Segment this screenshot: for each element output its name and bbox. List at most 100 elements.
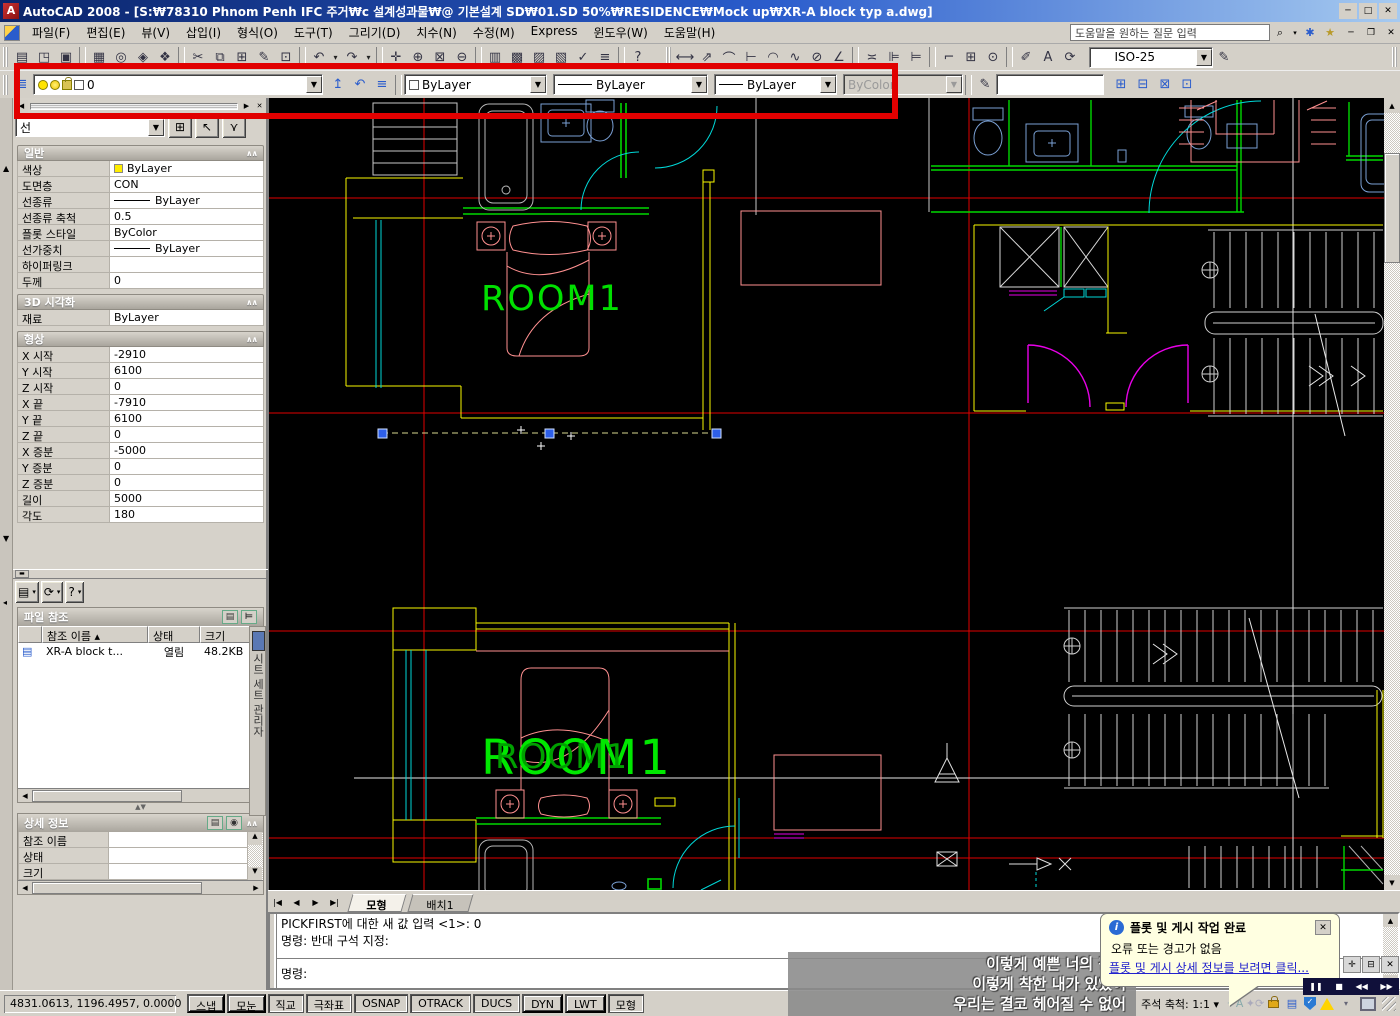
quick-leader-icon[interactable]: ⌐: [938, 46, 960, 68]
collapse-chevron-icon[interactable]: ∧∧: [246, 298, 257, 307]
media-forward-button[interactable]: ▶▶: [1380, 982, 1392, 991]
column-reference-name[interactable]: 참조 이름 ▴: [42, 626, 148, 643]
section-header[interactable]: 3D 시각화 ∧∧: [17, 294, 264, 310]
property-row[interactable]: 각도 180: [17, 507, 264, 523]
property-row[interactable]: X 끝 -7910: [17, 395, 264, 411]
property-row[interactable]: 선종류 축척 0.5: [17, 209, 264, 225]
details-vertical-scrollbar[interactable]: ▲ ▼: [248, 832, 263, 880]
layer-previous-icon[interactable]: ↶: [349, 74, 371, 96]
command-window-grip[interactable]: [270, 914, 277, 988]
drawing-vertical-scrollbar[interactable]: ▲ ▼: [1384, 98, 1400, 890]
dim-jogged-icon[interactable]: ∿: [784, 46, 806, 68]
property-value[interactable]: -7910: [110, 395, 263, 410]
selected-line[interactable]: [378, 426, 721, 450]
detail-row[interactable]: 참조 이름: [18, 832, 248, 848]
sheetset-manager-tab[interactable]: 시트 세트 관리자: [249, 626, 266, 816]
collapse-chevron-icon[interactable]: ∧∧: [246, 149, 257, 158]
scroll-thumb[interactable]: [1384, 153, 1400, 263]
lineweight-control-dropdown[interactable]: ByLayer ▼: [714, 74, 837, 95]
detail-row[interactable]: 크기: [18, 864, 248, 880]
copy-icon[interactable]: ⧉: [209, 46, 231, 68]
help-icon[interactable]: ?: [627, 46, 649, 68]
details-view-icon[interactable]: ▤: [207, 816, 223, 830]
plot-notification-icon[interactable]: ▤: [1283, 996, 1301, 1012]
property-value[interactable]: -5000: [110, 443, 263, 458]
match-properties-icon[interactable]: ✎: [253, 46, 275, 68]
undo-icon[interactable]: ↶: [308, 46, 330, 68]
dim-linear-icon[interactable]: ⟷: [674, 46, 696, 68]
cut-icon[interactable]: ✂: [187, 46, 209, 68]
doc-minimize-button[interactable]: ─: [1342, 25, 1360, 41]
property-row[interactable]: Z 끝 0: [17, 427, 264, 443]
block-editor-icon[interactable]: ⊡: [275, 46, 297, 68]
dim-continue-icon[interactable]: ⊨: [905, 46, 927, 68]
property-row[interactable]: 도면층 CON: [17, 177, 264, 193]
publish-icon[interactable]: ❖: [154, 46, 176, 68]
dim-ordinate-icon[interactable]: ⊢: [740, 46, 762, 68]
property-row[interactable]: Y 끝 6100: [17, 411, 264, 427]
maximize-button[interactable]: □: [1359, 3, 1377, 19]
linetype-control-dropdown[interactable]: ByLayer ▼: [553, 74, 708, 95]
dropdown-arrow-icon[interactable]: ▼: [306, 76, 322, 93]
plot-icon[interactable]: ▦: [88, 46, 110, 68]
overlay-minimize-button[interactable]: ⊟: [1362, 956, 1380, 973]
attach-file-button[interactable]: ▤▾: [15, 581, 39, 603]
drawing-area[interactable]: ROOM1: [268, 98, 1384, 890]
status-toggle-button[interactable]: 모눈: [227, 994, 265, 1013]
minimize-button[interactable]: ─: [1339, 3, 1357, 19]
scroll-up-icon[interactable]: ▲: [1384, 98, 1400, 113]
tab-prev-icon[interactable]: ◀: [288, 894, 305, 910]
view-delete-icon[interactable]: ⊠: [1154, 74, 1176, 96]
status-toggle-button[interactable]: OSNAP: [354, 994, 408, 1013]
dim-arc-length-icon[interactable]: ⌒: [718, 46, 740, 68]
dim-style-edit-icon[interactable]: ✎: [1213, 46, 1235, 68]
property-row[interactable]: 재료 ByLayer: [17, 310, 264, 326]
tab-first-icon[interactable]: |◀: [269, 894, 286, 910]
property-value[interactable]: 0: [110, 427, 263, 442]
view-remove-icon[interactable]: ⊟: [1132, 74, 1154, 96]
properties-icon[interactable]: ▥: [484, 46, 506, 68]
palette-splitter[interactable]: ▬: [13, 569, 268, 579]
palette-resize-slider[interactable]: ◀ ▶ ✕: [13, 98, 268, 114]
search-dropdown-icon[interactable]: ▾: [1290, 24, 1300, 42]
property-row[interactable]: Z 시작 0: [17, 379, 264, 395]
dim-text-edit-icon[interactable]: A: [1037, 46, 1059, 68]
coordinate-display[interactable]: 4831.0613, 1196.4957, 0.0000: [4, 995, 176, 1013]
slider-left-icon[interactable]: ◀: [15, 100, 28, 113]
dim-edit-icon[interactable]: ✐: [1015, 46, 1037, 68]
detail-row[interactable]: 상태: [18, 848, 248, 864]
status-toggle-button[interactable]: 직교: [268, 994, 304, 1013]
dim-update-icon[interactable]: ⟳: [1059, 46, 1081, 68]
scroll-left-icon[interactable]: ◀: [18, 881, 32, 894]
media-rewind-button[interactable]: ◀◀: [1355, 982, 1367, 991]
overlay-close-button[interactable]: ✕: [1381, 956, 1399, 973]
dropdown-arrow-icon[interactable]: ▼: [691, 76, 707, 93]
menu-item[interactable]: 형식(O): [229, 21, 286, 44]
property-value[interactable]: ByLayer: [110, 310, 263, 325]
scroll-up-icon[interactable]: ▲: [248, 832, 262, 845]
tab-last-icon[interactable]: ▶|: [326, 894, 343, 910]
property-row[interactable]: Y 증분 0: [17, 459, 264, 475]
property-row[interactable]: 플롯 스타일 ByColor: [17, 225, 264, 241]
annotation-scale[interactable]: 주석 축척: 1:1 ▾: [1141, 996, 1219, 1012]
dropdown-arrow-icon[interactable]: ▼: [530, 76, 546, 93]
collapse-chevron-icon[interactable]: ∧∧: [246, 335, 257, 344]
dropdown-arrow-icon[interactable]: ▼: [820, 76, 836, 93]
notification-close-icon[interactable]: ✕: [1315, 920, 1331, 935]
tree-view-icon[interactable]: ⊨: [241, 610, 257, 624]
help-button[interactable]: ?▾: [65, 581, 84, 603]
object-type-dropdown[interactable]: 선 ▼: [15, 117, 165, 137]
redo-icon[interactable]: ↷: [341, 46, 363, 68]
status-toggle-button[interactable]: DUCS: [473, 994, 520, 1013]
color-control-dropdown[interactable]: ByLayer ▼: [404, 74, 547, 95]
resize-grip[interactable]: [1382, 997, 1396, 1011]
layer-freeze-sun-icon[interactable]: [50, 80, 60, 90]
document-icon[interactable]: [4, 25, 20, 41]
details-horizontal-scrollbar[interactable]: ◀ ▶: [18, 880, 263, 894]
tool-palettes-icon[interactable]: ▨: [528, 46, 550, 68]
toolbar-lock-icon[interactable]: [1268, 1000, 1279, 1008]
scroll-left-icon[interactable]: ◀: [18, 789, 32, 802]
command-prompt[interactable]: 명령:: [281, 966, 307, 983]
status-toggle-button[interactable]: 스냅: [187, 994, 225, 1013]
quickcalc-icon[interactable]: ≡: [594, 46, 616, 68]
